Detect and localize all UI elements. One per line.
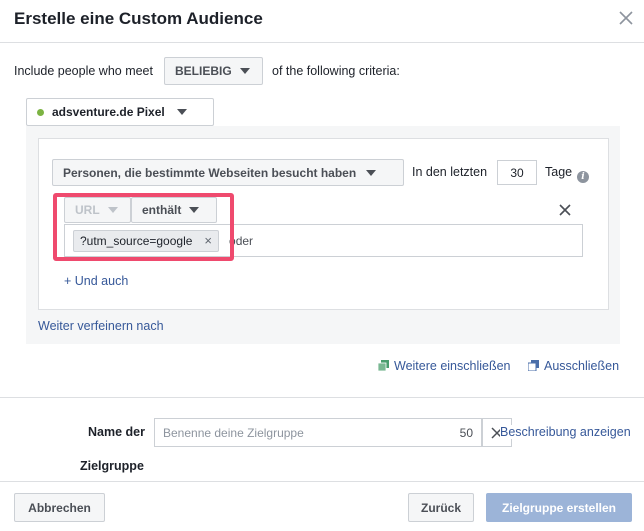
chevron-down-icon bbox=[239, 68, 250, 74]
exclude-link[interactable]: Ausschließen bbox=[527, 359, 620, 373]
event-type-dropdown[interactable]: Personen, die bestimmte Webseiten besuch… bbox=[52, 159, 404, 186]
days-input[interactable]: 30 bbox=[497, 160, 537, 185]
include-icon bbox=[377, 360, 389, 372]
chevron-down-icon bbox=[176, 109, 187, 115]
exclude-label: Ausschließen bbox=[544, 359, 620, 373]
days-suffix: Tage bbox=[545, 165, 573, 179]
days-prefix: In den letzten bbox=[412, 165, 488, 179]
name-label-line2: Zielgruppe bbox=[80, 459, 144, 473]
close-icon[interactable] bbox=[614, 6, 638, 30]
chevron-down-icon bbox=[366, 169, 377, 176]
section-divider bbox=[0, 397, 644, 398]
back-button[interactable]: Zurück bbox=[408, 493, 474, 522]
name-label-line1: Name der bbox=[88, 425, 145, 439]
match-type-dropdown[interactable]: BELIEBIG bbox=[164, 57, 263, 85]
criteria-prefix: Include people who meet bbox=[14, 64, 153, 78]
dialog-title: Erstelle eine Custom Audience bbox=[14, 9, 263, 28]
footer-divider bbox=[0, 481, 644, 482]
remove-rule-icon[interactable] bbox=[558, 203, 572, 222]
header-divider bbox=[0, 42, 644, 43]
highlight-box bbox=[53, 193, 234, 261]
info-icon[interactable]: i bbox=[577, 166, 589, 184]
and-also-link[interactable]: + Und auch bbox=[64, 274, 128, 288]
audience-name-field[interactable]: Benenne deine Zielgruppe 50 bbox=[154, 418, 482, 447]
pixel-label: adsventure.de Pixel bbox=[52, 105, 165, 119]
cancel-button[interactable]: Abbrechen bbox=[14, 493, 105, 522]
include-more-link[interactable]: Weitere einschließen bbox=[377, 359, 511, 373]
pixel-dropdown[interactable]: adsventure.de Pixel bbox=[26, 98, 214, 126]
exclude-icon bbox=[527, 360, 539, 372]
criteria-suffix: of the following criteria: bbox=[272, 64, 400, 78]
refine-link[interactable]: Weiter verfeinern nach bbox=[38, 319, 164, 333]
audience-name-placeholder: Benenne deine Zielgruppe bbox=[163, 425, 304, 440]
show-description-link[interactable]: Beschreibung anzeigen bbox=[500, 425, 643, 439]
char-count: 50 bbox=[459, 425, 473, 440]
create-audience-button[interactable]: Zielgruppe erstellen bbox=[486, 493, 632, 522]
pixel-status-icon bbox=[37, 108, 44, 116]
match-type-value: BELIEBIG bbox=[175, 64, 232, 78]
include-more-label: Weitere einschließen bbox=[394, 359, 511, 373]
event-type-value: Personen, die bestimmte Webseiten besuch… bbox=[63, 165, 357, 180]
